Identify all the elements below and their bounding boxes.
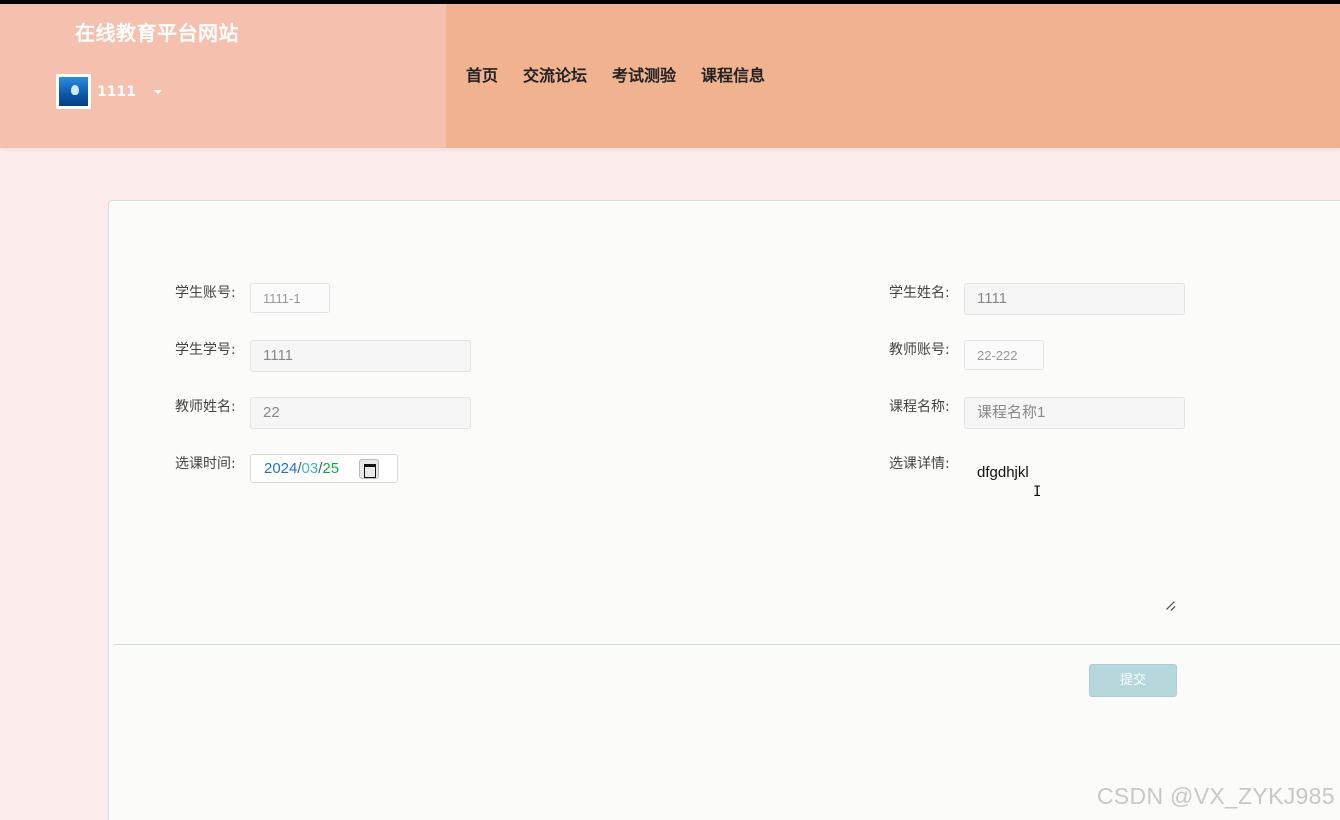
select-time-date-input[interactable]: 2024/03/25 [250,454,398,483]
header: 在线教育平台网站 1111 首页 交流论坛 考试测验 课程信息 [0,4,1340,148]
date-month[interactable]: 03 [302,460,319,477]
course-name-input[interactable]: 课程名称1 [964,397,1185,429]
user-menu[interactable]: 1111 [56,74,162,109]
field-select-time: 选课时间: 2024/03/25 [175,454,398,483]
text-cursor-icon: I [1033,484,1042,500]
chevron-down-icon [153,89,162,94]
nav-home[interactable]: 首页 [466,62,498,86]
select-detail-text: dfgdhjkl [977,464,1029,481]
site-title: 在线教育平台网站 [75,21,239,45]
main-nav: 首页 交流论坛 考试测验 课程信息 [466,62,790,86]
course-name-label: 课程名称: [889,399,950,415]
nav-courses[interactable]: 课程信息 [701,62,765,86]
nav-forum[interactable]: 交流论坛 [523,62,587,86]
teacher-name-input[interactable]: 22 [250,397,471,429]
calendar-icon[interactable] [359,458,380,479]
select-detail-textarea[interactable]: dfgdhjkl [964,454,1185,614]
field-student-account: 学生账号: 1111-1 [175,283,330,313]
form-panel: 学生账号: 1111-1 学生姓名: 1111 学生学号: 1111 教师账号:… [108,200,1340,820]
watermark: CSDN @VX_ZYKJ985 [1097,783,1335,809]
date-year[interactable]: 2024 [264,460,297,477]
student-account-label: 学生账号: [175,285,236,301]
field-teacher-name: 教师姓名: 22 [175,397,471,429]
submit-button[interactable]: 提交 [1089,664,1177,697]
select-detail-label: 选课详情: [889,456,950,472]
field-course-name: 课程名称: 课程名称1 [889,397,1185,429]
student-number-label: 学生学号: [175,342,236,358]
date-day[interactable]: 25 [322,460,339,477]
field-student-name: 学生姓名: 1111 [889,283,1185,315]
student-number-input[interactable]: 1111 [250,340,471,372]
resize-handle-icon[interactable] [1165,600,1175,610]
student-account-input[interactable]: 1111-1 [250,283,330,313]
field-teacher-account: 教师账号: 22-222 [889,340,1044,370]
teacher-account-label: 教师账号: [889,342,950,358]
teacher-name-label: 教师姓名: [175,399,236,415]
nav-exam[interactable]: 考试测验 [612,62,676,86]
teacher-account-input[interactable]: 22-222 [964,340,1044,370]
student-name-label: 学生姓名: [889,285,950,301]
student-name-input[interactable]: 1111 [964,283,1185,315]
user-name: 1111 [97,83,136,100]
divider [114,644,1340,645]
header-brand-area: 在线教育平台网站 1111 [0,4,446,148]
field-student-number: 学生学号: 1111 [175,340,471,372]
field-select-detail: 选课详情: dfgdhjkl [889,454,1185,614]
avatar [56,74,91,109]
select-time-label: 选课时间: [175,456,236,472]
